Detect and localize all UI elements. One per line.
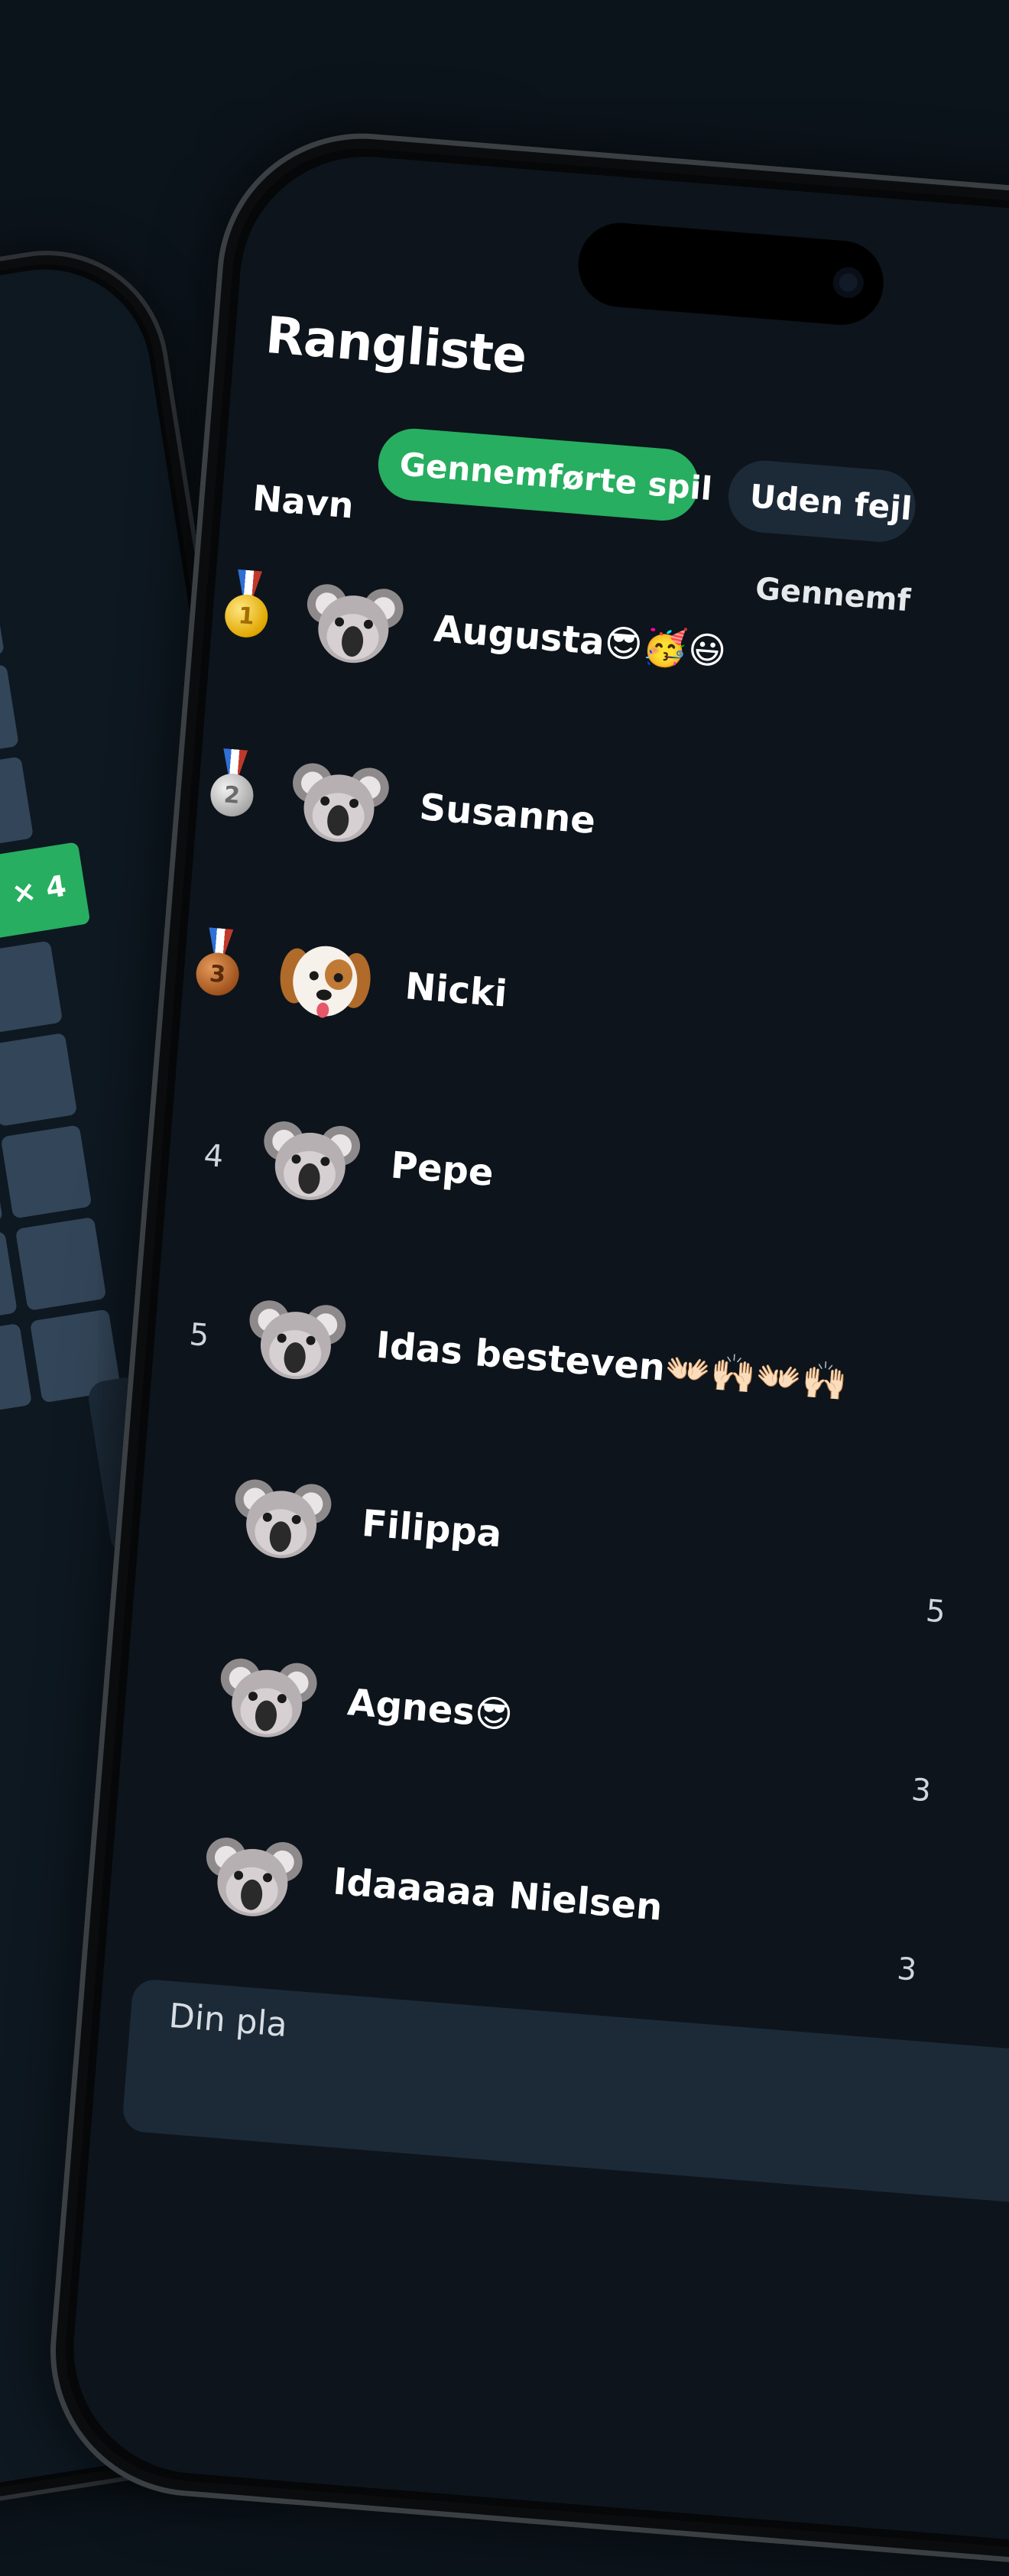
player-name-text: Augusta [432,607,607,664]
grid-tile[interactable] [0,572,5,667]
tab-label: Uden fejl [748,476,914,527]
grid-tile[interactable] [0,756,34,851]
koala-icon [286,751,393,858]
player-name: Susanne [418,786,597,842]
leaderboard-screen: Rangliste Gennemførte spil Uden fejl Nav… [63,147,1009,2552]
grid-tile[interactable] [0,940,63,1035]
dynamic-island [575,219,887,329]
koala-icon [200,1825,307,1932]
rank-number: 4 [202,1137,225,1175]
player-name: Augusta😎🥳😃 [432,607,728,674]
tab-label: Gennemførte spil [397,444,714,508]
player-name: Filippa [360,1502,503,1556]
player-name: Idaaaaa Nielsen [332,1860,664,1929]
leaderboard-row[interactable]: 3 Nicki [178,909,1009,1126]
player-name-emoji: 😎 [472,1691,515,1737]
dog-icon [271,930,378,1037]
player-name-text: Idaaaaa Nielsen [331,1860,664,1929]
leaderboard-row[interactable]: 4 Pepe [164,1088,1009,1305]
grid-tile[interactable] [0,1231,18,1325]
koala-icon [214,1646,321,1754]
page-title: Rangliste [263,305,529,385]
player-name: Nicki [404,965,509,1016]
player-name-emoji: 👐🏻🙌🏻👐🏻🙌🏻 [663,1347,849,1405]
silver-medal-icon: 2 [209,748,257,819]
player-name: Idas besteven👐🏻🙌🏻👐🏻🙌🏻 [375,1323,849,1404]
bronze-medal-icon: 3 [194,926,242,998]
player-name-text: Pepe [389,1144,495,1196]
player-name-text: Filippa [360,1501,504,1556]
grid-tile[interactable] [15,1216,107,1311]
medal-rank-number: 3 [194,951,241,998]
player-name-text: Nicki [403,965,509,1016]
grid-tile[interactable] [0,1124,92,1219]
column-header-name[interactable]: Navn [251,477,355,526]
koala-icon [257,1109,364,1216]
tab-completed-games[interactable]: Gennemførte spil [375,426,713,524]
leaderboard-row[interactable]: Filippa 5 [135,1446,1009,1663]
medal-rank-number: 1 [223,592,270,640]
leaderboard-list: 1 Augusta😎🥳😃 2 Susanne 3 Nicki 4 Pepe 5 Idas… [188,147,1009,1988]
koala-icon [229,1467,336,1574]
player-name-text: Idas besteven [375,1323,667,1390]
grid-tile[interactable] [0,663,19,758]
leaderboard-row[interactable]: 5 Idas besteven👐🏻🙌🏻👐🏻🙌🏻 [149,1267,1009,1484]
gold-medal-icon: 1 [223,569,271,641]
medal-rank-number: 2 [209,771,255,819]
player-name-emoji: 😎🥳😃 [602,621,728,674]
tile-multiplier-label: × 4 [9,868,69,911]
leaderboard-row[interactable]: 2 Susanne [193,730,1009,947]
camera-icon [832,266,865,300]
grid-tile[interactable] [0,1032,78,1127]
koala-icon [300,572,407,679]
completed-games-count: 3 [895,1951,918,1988]
completed-games-count: 3 [910,1772,933,1809]
leaderboard-row[interactable]: Agnes😎 3 [120,1625,1009,1842]
your-placement-bar: Din pla [121,1977,1009,2211]
player-name: Agnes😎 [346,1681,514,1737]
player-name-text: Susanne [417,785,598,843]
koala-icon [242,1288,349,1395]
grid-tile-highlighted[interactable]: × 4 [0,842,91,953]
player-name-text: Agnes [346,1681,477,1734]
completed-games-count: 5 [924,1593,947,1630]
rank-number: 5 [188,1317,211,1354]
tab-without-errors[interactable]: Uden fejl [725,458,919,545]
your-placement-label: Din pla [167,1996,289,2046]
multiplication-tile-grid: × 4 [0,447,185,1417]
grid-tile[interactable] [0,1322,32,1417]
player-name: Pepe [389,1144,495,1195]
